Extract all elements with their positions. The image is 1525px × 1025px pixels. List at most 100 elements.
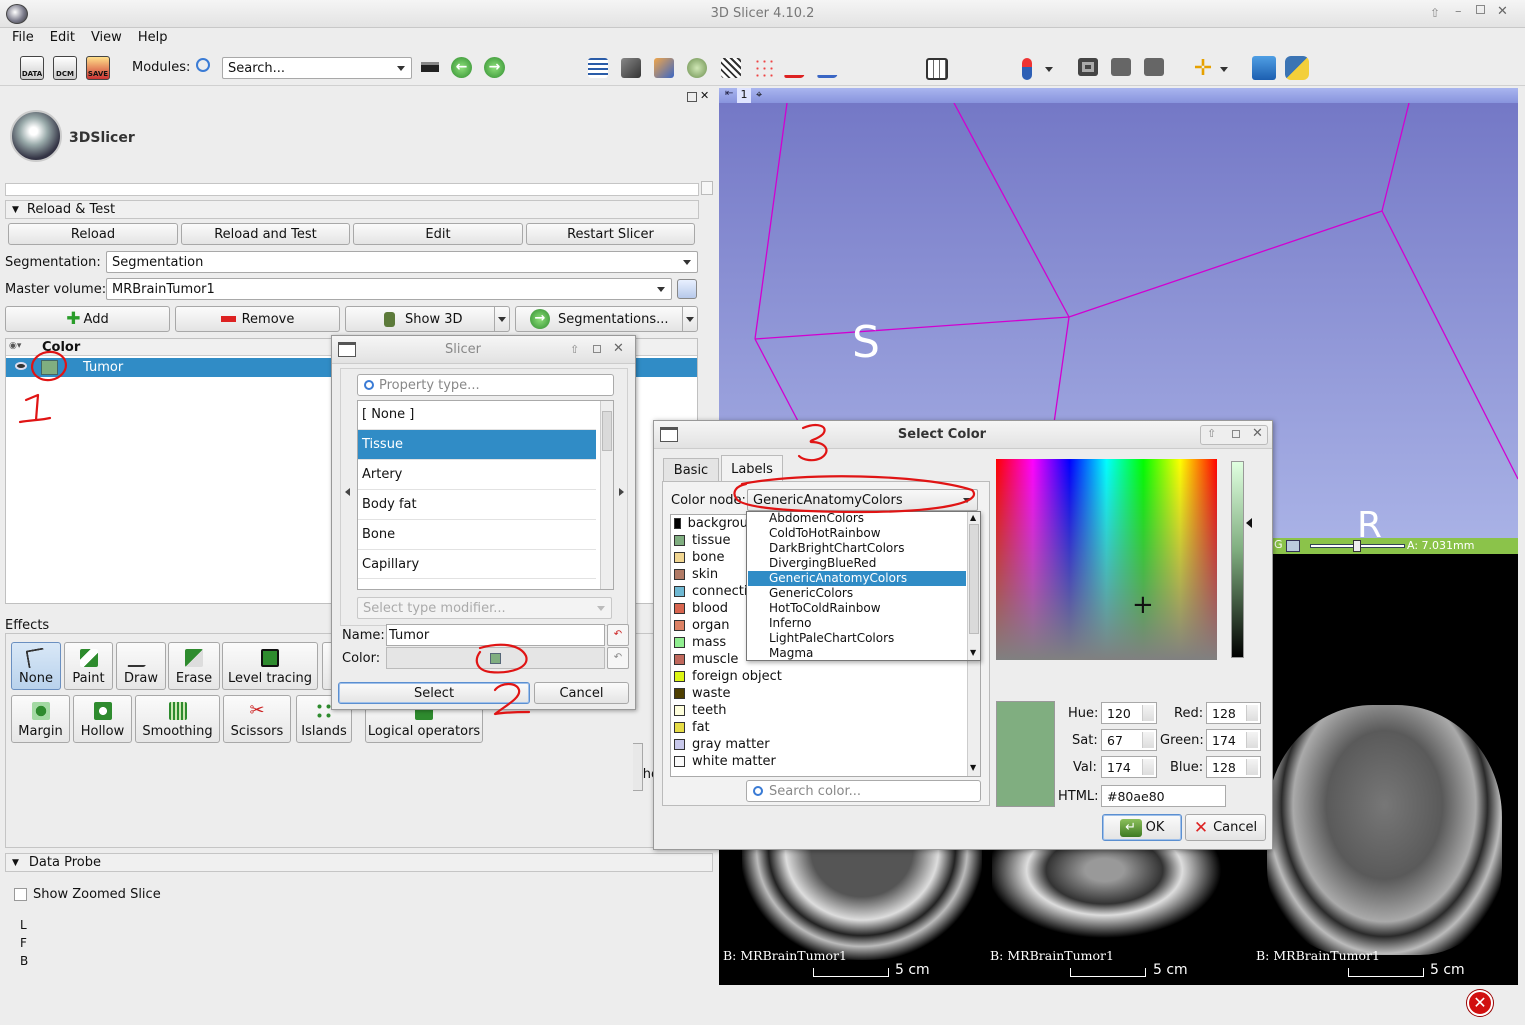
transforms-icon[interactable] [721,58,741,78]
segmentation-combo[interactable]: Segmentation [106,251,698,273]
close-icon[interactable]: ✕ [1497,4,1508,19]
slice-pin-icon[interactable] [1286,540,1300,552]
color-list-item[interactable]: tissue [674,532,748,549]
effect-paint[interactable]: Paint [64,642,113,690]
master-volume-options-icon[interactable] [677,279,697,299]
blue-spinbox[interactable]: 128 [1206,756,1261,778]
layout-list-icon[interactable] [588,58,608,78]
scene-view-icon[interactable] [1111,58,1131,76]
color-cancel-button[interactable]: ✕ Cancel [1185,814,1266,841]
module-search-combo[interactable]: Search... [222,57,412,79]
save-icon[interactable]: SAVE [86,56,110,80]
module-history-icon[interactable] [421,62,439,72]
color-list-item[interactable]: fat [674,719,964,736]
panel-close-icon[interactable]: ✕ [700,89,709,102]
dropdown-item[interactable]: GenericAnatomyColors [748,571,966,586]
mouse-mode-arrow-icon[interactable] [1045,67,1053,72]
list-left-arrow-icon[interactable] [345,488,350,496]
segmentations-button[interactable]: → Segmentations... [515,306,698,332]
slicer-cancel-button[interactable]: Cancel [534,682,629,704]
color-reset-icon[interactable]: ↶ [607,647,629,669]
hue-spinbox[interactable]: 120 [1101,702,1157,724]
reload-button[interactable]: Reload [8,223,178,245]
panel-float-icon[interactable] [687,92,697,102]
dropdown-item[interactable]: Magma [748,646,966,661]
slicer-dialog-max-icon[interactable] [593,345,601,353]
view-pin-icon[interactable]: ⇤ [725,88,733,99]
spectrum-crosshair-icon[interactable]: + [1132,592,1154,618]
effect-none[interactable]: None [11,642,61,690]
effect-hollow[interactable]: Hollow [73,695,132,743]
show-3d-button[interactable]: Show 3D [345,306,510,332]
effect-erase[interactable]: Erase [168,642,220,690]
color-list-item[interactable]: gray matter [674,736,964,753]
property-list-scrollbar[interactable] [600,401,613,589]
list-item-none[interactable]: [ None ] [358,400,596,430]
color-spectrum[interactable] [996,459,1217,660]
crosshair-icon[interactable]: ✛ [1193,58,1213,80]
models-icon[interactable] [687,58,707,78]
dropdown-scrollbar[interactable]: ▲ ▼ [967,512,980,660]
effect-smoothing[interactable]: Smoothing [135,695,220,743]
green-spinbox[interactable]: 174 [1206,729,1261,751]
remove-segment-button[interactable]: Remove [175,306,340,332]
master-volume-combo[interactable]: MRBrainTumor1 [106,278,672,300]
menu-help[interactable]: Help [138,30,168,48]
layout-icon[interactable] [926,58,948,80]
dropdown-item[interactable]: HotToColdRainbow [748,601,966,616]
mouse-mode-icon[interactable] [1022,58,1032,80]
show-3d-menu-icon[interactable] [494,307,509,331]
dropdown-item[interactable]: ColdToHotRainbow [748,526,966,541]
dropdown-item[interactable]: Inferno [748,616,966,631]
python-icon[interactable] [1285,56,1309,80]
slicer-dialog-up-icon[interactable]: ⇧ [570,343,579,356]
color-list-item[interactable]: foreign object [674,668,964,685]
editor-icon[interactable] [816,58,844,78]
scene-view-2-icon[interactable] [1144,58,1164,76]
list-item-capillary[interactable]: Capillary [358,550,596,579]
luminance-bar[interactable] [1231,461,1244,658]
color-list-item[interactable]: teeth [674,702,964,719]
sat-spinbox[interactable]: 67 [1101,729,1157,751]
back-icon[interactable]: ← [451,57,472,78]
val-spinbox[interactable]: 174 [1101,756,1157,778]
show-zoomed-checkbox[interactable] [14,888,27,901]
minimize-icon[interactable]: – [1455,4,1462,19]
menu-view[interactable]: View [91,30,122,48]
dropdown-item[interactable]: GenericColors [748,586,966,601]
list-item-artery[interactable]: Artery [358,460,596,490]
html-input[interactable]: #80ae80 [1101,785,1226,807]
cube-icon[interactable] [621,58,641,78]
data-icon[interactable]: DATA [20,56,44,80]
menu-file[interactable]: File [12,30,34,48]
color-list-item[interactable]: skin [674,566,748,583]
panel-scrollbar[interactable] [701,181,713,195]
list-item-bone[interactable]: Bone [358,520,596,550]
name-reset-icon[interactable]: ↶ [607,624,629,646]
markups-icon[interactable] [754,58,774,78]
select-color-max-icon[interactable] [1232,430,1240,438]
select-color-up-icon[interactable]: ⇧ [1207,427,1216,440]
menu-edit[interactable]: Edit [50,30,75,48]
dropdown-item[interactable]: DarkBrightChartColors [748,541,966,556]
effect-level-tracing[interactable]: Level tracing [222,642,318,690]
tab-basic[interactable]: Basic [663,458,719,482]
segment-icon[interactable] [783,58,811,78]
color-search-input[interactable]: Search color... [746,780,981,802]
maximize-icon[interactable] [1476,5,1485,14]
error-icon[interactable]: ✕ [1467,990,1493,1016]
forward-icon[interactable]: → [484,57,505,78]
visibility-eye-icon[interactable] [15,362,27,370]
segmentations-menu-icon[interactable] [682,307,697,331]
extensions-icon[interactable] [1252,56,1276,80]
type-modifier-combo[interactable]: Select type modifier... [357,597,612,619]
effect-margin[interactable]: Margin [11,695,70,743]
list-item-body-fat[interactable]: Body fat [358,490,596,520]
dcm-icon[interactable]: DCM [53,56,77,80]
slice-slider-handle[interactable] [1353,540,1361,552]
list-item-tissue[interactable]: Tissue [358,430,596,460]
ok-button[interactable]: ↵ OK [1102,814,1182,841]
add-segment-button[interactable]: ✚ Add [5,306,170,332]
effect-scissors[interactable]: ✂ Scissors [223,695,291,743]
select-color-close-icon[interactable]: ✕ [1252,426,1263,441]
